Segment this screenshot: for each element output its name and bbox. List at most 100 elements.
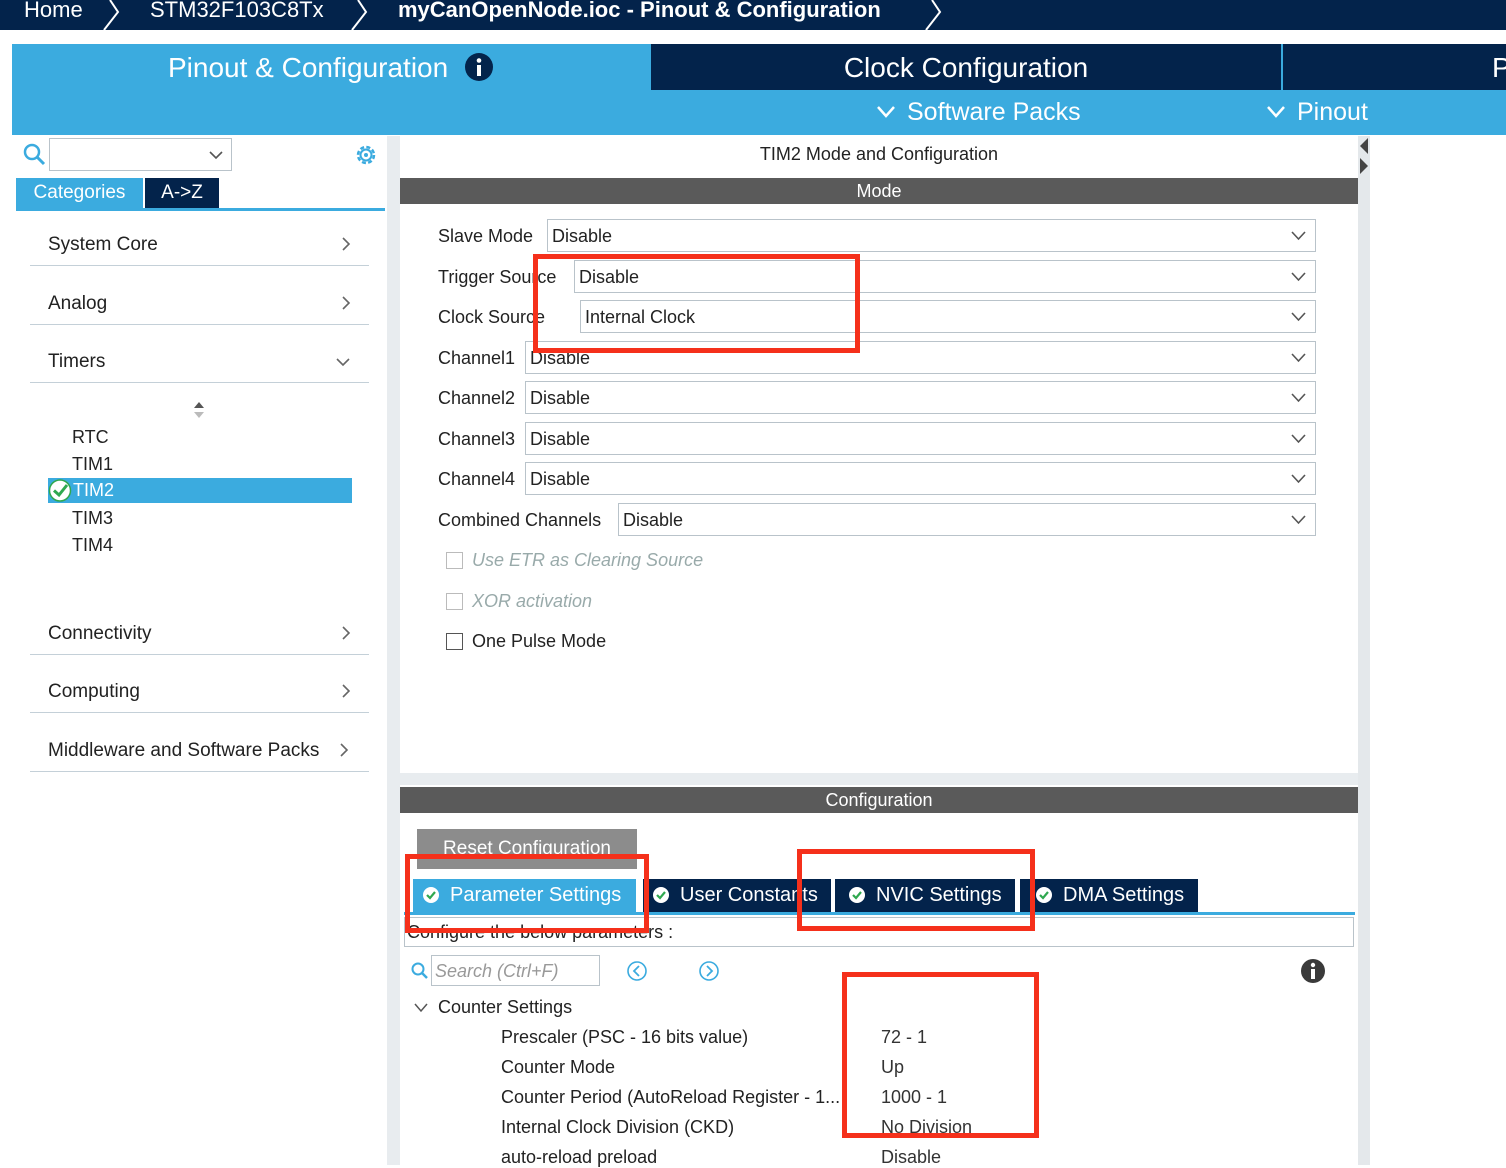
breadcrumb-project[interactable]: myCanOpenNode.ioc - Pinout & Configurati… <box>398 0 881 23</box>
clock-source-label: Clock Source <box>438 307 546 327</box>
check-ok-icon <box>1036 887 1052 903</box>
combined-channels-label: Combined Channels <box>438 510 602 530</box>
channel2-select[interactable]: Disable <box>525 381 1316 414</box>
check-ok-icon <box>653 887 669 903</box>
info-icon[interactable] <box>464 52 494 82</box>
highlight-parameter-settings-box <box>405 854 649 933</box>
chevron-right-icon <box>342 237 351 251</box>
tab-clock-configuration[interactable]: Clock Configuration <box>651 44 1281 90</box>
panel-splitter[interactable] <box>387 136 400 1165</box>
tab-categories[interactable]: Categories <box>16 178 143 208</box>
param-label: Counter Mode <box>501 1057 616 1077</box>
timer-item-tim2-selected[interactable]: TIM2 <box>48 478 352 503</box>
channel4-value: Disable <box>530 469 591 489</box>
tab-underline <box>16 208 385 211</box>
sort-icon[interactable] <box>193 402 205 418</box>
category-connectivity[interactable]: Connectivity <box>30 615 369 655</box>
breadcrumb-home[interactable]: Home <box>24 0 83 23</box>
category-label: System Core <box>48 234 158 255</box>
breadcrumb-separator-icon <box>103 0 120 30</box>
category-label: Timers <box>48 351 106 372</box>
chevron-right-icon <box>342 626 351 640</box>
breadcrumb-separator-icon <box>925 0 942 30</box>
param-label: Prescaler (PSC - 16 bits value) <box>501 1027 749 1047</box>
chevron-right-icon <box>342 684 351 698</box>
category-computing[interactable]: Computing <box>30 673 369 713</box>
timer-item-label: TIM2 <box>73 480 115 500</box>
search-combo[interactable] <box>49 138 232 171</box>
category-analog[interactable]: Analog <box>30 285 369 325</box>
tab-dma-settings[interactable]: DMA Settings <box>1020 879 1198 912</box>
tab-a-z-label: A->Z <box>161 182 203 203</box>
category-system-core[interactable]: System Core <box>30 226 369 266</box>
tab-project-manager[interactable]: P <box>1283 44 1506 90</box>
chevron-down-icon <box>877 106 895 118</box>
info-icon[interactable] <box>1300 958 1326 984</box>
slave-mode-label: Slave Mode <box>438 226 534 246</box>
param-label: Internal Clock Division (CKD) <box>501 1117 735 1137</box>
breadcrumb-device[interactable]: STM32F103C8Tx <box>150 0 324 23</box>
previous-match-icon[interactable] <box>626 960 648 982</box>
vertical-scrollbar[interactable] <box>1358 136 1370 1165</box>
search-icon[interactable] <box>23 143 47 167</box>
highlight-clock-source-box <box>533 254 860 353</box>
timer-item-tim3[interactable]: TIM3 <box>72 508 113 529</box>
tab-pinout-label: Pinout & Configuration <box>168 52 449 83</box>
slave-mode-value: Disable <box>552 226 613 246</box>
chevron-down-icon <box>1291 434 1306 444</box>
next-match-icon[interactable] <box>698 960 720 982</box>
gear-icon[interactable] <box>353 142 379 168</box>
tab-categories-label: Categories <box>33 182 126 203</box>
checkbox-box <box>446 593 463 610</box>
channel4-row: Channel4 Disable <box>438 462 1316 496</box>
checkbox-label: XOR activation <box>472 591 593 611</box>
configuration-header: Configuration <box>400 787 1358 813</box>
category-label: Analog <box>48 293 108 314</box>
search-icon[interactable] <box>411 962 429 980</box>
checkbox-box <box>446 633 463 650</box>
checkbox-box <box>446 552 463 569</box>
checkbox-label: One Pulse Mode <box>472 631 607 651</box>
chevron-down-icon <box>209 151 223 160</box>
mode-header: Mode <box>400 178 1358 204</box>
tab-project-manager-label: P <box>1492 52 1506 83</box>
chevron-down-icon <box>1267 106 1285 118</box>
category-label: Connectivity <box>48 623 152 644</box>
mode-config-title: TIM2 Mode and Configuration <box>759 144 999 164</box>
tab-pinout-configuration[interactable]: Pinout & Configuration <box>12 44 649 90</box>
highlight-nvic-settings-box <box>797 849 1035 931</box>
pinout-menu-label: Pinout <box>1297 98 1368 126</box>
chevron-down-icon[interactable] <box>413 1002 429 1014</box>
param-label: Counter Period (AutoReload Register - 1.… <box>501 1087 841 1107</box>
channel4-select[interactable]: Disable <box>525 462 1316 495</box>
category-label: Computing <box>48 681 140 702</box>
timer-item-rtc[interactable]: RTC <box>72 427 109 448</box>
category-middleware[interactable]: Middleware and Software Packs <box>30 732 369 772</box>
section-splitter[interactable] <box>400 773 1358 785</box>
chevron-down-icon <box>336 358 350 367</box>
channel3-value: Disable <box>530 429 591 449</box>
check-ok-icon <box>48 479 72 502</box>
tab-clock-label: Clock Configuration <box>843 52 1089 83</box>
chevron-down-icon <box>1291 272 1306 282</box>
channel2-label: Channel2 <box>438 388 516 408</box>
breadcrumb-separator-icon <box>351 0 368 30</box>
category-timers[interactable]: Timers <box>30 343 369 383</box>
combined-channels-select[interactable]: Disable <box>618 503 1316 536</box>
timer-item-tim4[interactable]: TIM4 <box>72 535 113 556</box>
slave-mode-select[interactable]: Disable <box>547 219 1316 252</box>
category-panel: Categories A->Z System Core Analog Timer… <box>13 136 387 1165</box>
channel3-select[interactable]: Disable <box>525 422 1316 455</box>
combined-channels-row: Combined Channels Disable <box>438 503 1316 537</box>
top-tab-bar: Pinout & Configuration Clock Configurati… <box>12 44 1506 135</box>
tab-a-z[interactable]: A->Z <box>145 178 219 208</box>
timer-item-tim1[interactable]: TIM1 <box>72 454 113 475</box>
counter-settings-group[interactable]: Counter Settings <box>438 997 572 1018</box>
chevron-right-icon <box>340 743 349 757</box>
collapse-arrows-icon[interactable] <box>1358 136 1370 178</box>
parameter-search-input[interactable]: Search (Ctrl+F) <box>431 955 600 986</box>
combined-channels-value: Disable <box>623 510 684 530</box>
software-packs-label: Software Packs <box>907 98 1081 126</box>
category-label: Middleware and Software Packs <box>48 740 320 761</box>
chevron-down-icon <box>1291 231 1306 241</box>
